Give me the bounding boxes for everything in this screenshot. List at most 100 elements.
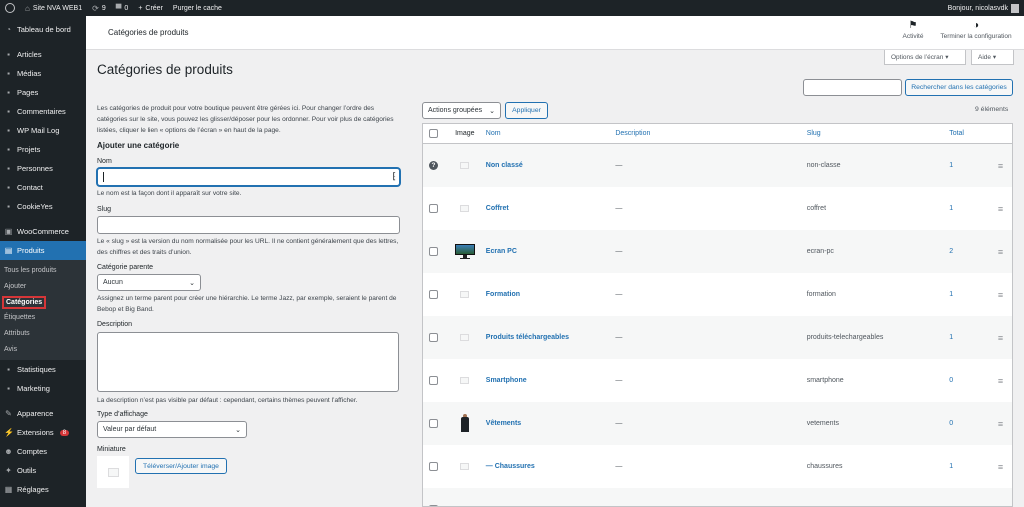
sidebar-item-pages[interactable]: ▪ Pages	[0, 83, 86, 102]
submenu-avis[interactable]: Avis	[0, 341, 86, 357]
updates-link[interactable]: ⟳ 9	[87, 0, 111, 16]
drag-handle-icon[interactable]: ≡	[989, 204, 1012, 214]
category-slug: produits-telechargeables	[806, 334, 884, 341]
drag-handle-icon[interactable]: ≡	[989, 247, 1012, 257]
sidebar-item-extensions[interactable]: ⚡ Extensions 8	[0, 423, 86, 442]
description-textarea[interactable]	[97, 332, 399, 392]
update-count-badge: 8	[59, 429, 70, 436]
category-name-link[interactable]: Smartphone	[486, 377, 527, 384]
column-description[interactable]: Description	[615, 130, 806, 137]
activity-button[interactable]: ⚑ Activité	[884, 20, 942, 40]
column-total[interactable]: Total	[949, 130, 989, 137]
category-name-link[interactable]: Coffret	[486, 205, 509, 212]
sidebar-item-articles[interactable]: ▪ Articles	[0, 45, 86, 64]
sidebar-item-reglages[interactable]: ▦ Réglages	[0, 480, 86, 499]
submenu-etiquettes[interactable]: Étiquettes	[0, 310, 86, 326]
sidebar-item-produits[interactable]: ▤ Produits	[0, 241, 86, 260]
thumbnail-placeholder	[97, 456, 129, 488]
row-checkbox[interactable]	[428, 333, 438, 342]
row-checkbox[interactable]	[428, 204, 438, 213]
intro-text: Les catégories de produit pour votre bou…	[97, 105, 394, 134]
slug-input[interactable]	[97, 216, 400, 234]
submenu-ajouter[interactable]: Ajouter	[0, 279, 86, 295]
help-button[interactable]: Aide ▾	[971, 50, 1014, 65]
sidebar-item-projets[interactable]: ▪ Projets	[0, 140, 86, 159]
sidebar-item-wp-mail-log[interactable]: ▪ WP Mail Log	[0, 121, 86, 140]
sidebar-item-comptes[interactable]: ☻ Comptes	[0, 442, 86, 461]
column-slug[interactable]: Slug	[807, 130, 950, 137]
row-checkbox[interactable]	[428, 290, 438, 299]
bulk-actions-select[interactable]: Actions groupées ⌄	[422, 102, 501, 119]
sidebar-item-cookieyes[interactable]: ▪ CookieYes	[0, 197, 86, 216]
parent-select[interactable]: Aucun ⌄	[97, 274, 201, 291]
apply-button[interactable]: Appliquer	[505, 102, 548, 119]
drag-handle-icon[interactable]: ≡	[989, 333, 1012, 343]
drag-handle-icon[interactable]: ≡	[989, 419, 1012, 429]
password-manager-icon[interactable]: ⁅	[392, 171, 396, 182]
sidebar-item-commentaires[interactable]: ▪ Commentaires	[0, 102, 86, 121]
new-content-link[interactable]: + Créer	[133, 0, 168, 16]
submenu-tous-les-produits[interactable]: Tous les produits	[0, 263, 86, 279]
site-name-link[interactable]: ⌂ Site NVA WEB1	[20, 0, 87, 16]
users-icon: ☻	[4, 447, 13, 457]
category-count-link[interactable]: 1	[949, 162, 953, 169]
my-account-link[interactable]: Bonjour, nicolasvdk	[943, 0, 1024, 16]
image-placeholder-icon	[454, 499, 476, 507]
category-count-link[interactable]: 1	[949, 463, 953, 470]
name-input[interactable]: ⁅	[97, 168, 400, 186]
sidebar-item-marketing[interactable]: ▪ Marketing	[0, 379, 86, 398]
search-categories-button[interactable]: Rechercher dans les catégories	[905, 79, 1013, 96]
sidebar-item-personnes[interactable]: ▪ Personnes	[0, 159, 86, 178]
category-name-link[interactable]: Produits téléchargeables	[486, 334, 569, 341]
select-all-checkbox[interactable]	[428, 129, 438, 138]
column-nom[interactable]: Nom	[486, 130, 616, 137]
sidebar-item-m-dias[interactable]: ▪ Médias	[0, 64, 86, 83]
search-input[interactable]	[803, 79, 902, 96]
category-count-link[interactable]: 1	[949, 205, 953, 212]
categories-table: Image Nom Description Slug Total ? Non cl…	[422, 123, 1013, 507]
drag-handle-icon[interactable]: ≡	[989, 462, 1012, 472]
sidebar-item-outils[interactable]: ✦ Outils	[0, 461, 86, 480]
category-count-link[interactable]: 0	[949, 420, 953, 427]
dashboard-icon: ◔	[6, 25, 11, 34]
drag-handle-icon[interactable]: ≡	[989, 376, 1012, 386]
submenu-categories[interactable]: Catégories	[0, 294, 86, 310]
category-name-link[interactable]: — Chaussures	[486, 463, 535, 470]
category-description: —	[615, 205, 623, 212]
drag-handle-icon[interactable]: ≡	[989, 161, 1012, 171]
category-count-link[interactable]: 1	[949, 291, 953, 298]
row-checkbox[interactable]	[428, 419, 438, 428]
purge-cache-link[interactable]: Purger le cache	[168, 0, 227, 16]
sidebar-item-apparence[interactable]: ✎ Apparence	[0, 404, 86, 423]
category-name-link[interactable]: Formation	[486, 291, 520, 298]
header-title: Catégories de produits	[108, 28, 189, 37]
display-type-select[interactable]: Valeur par défaut ⌄	[97, 421, 247, 438]
wrench-icon: ✦	[5, 466, 12, 476]
screen-options-button[interactable]: Options de l’écran ▾	[884, 50, 966, 65]
row-checkbox[interactable]	[428, 247, 438, 256]
row-checkbox[interactable]	[428, 376, 438, 385]
drag-handle-icon[interactable]: ≡	[989, 290, 1012, 300]
comments-link[interactable]: ▀ 0	[111, 0, 134, 16]
wordpress-logo-icon[interactable]	[0, 0, 20, 16]
upload-image-button[interactable]: Téléverser/Ajouter image	[135, 458, 227, 474]
category-slug: ecran-pc	[806, 248, 834, 255]
category-name-link[interactable]: Ecran PC	[486, 248, 517, 255]
category-count-link[interactable]: 0	[949, 377, 953, 384]
finish-setup-button[interactable]: ◑ Terminer la configuration	[936, 20, 1016, 40]
sidebar-item-dashboard[interactable]: ◔ Tableau de bord	[0, 20, 86, 39]
product-image-monitor	[454, 241, 476, 263]
category-slug: vetements	[806, 420, 839, 427]
table-row: — Chaussures — chaussures 1 ≡	[423, 445, 1012, 488]
category-name-link[interactable]: Vêtements	[486, 420, 521, 427]
category-count-link[interactable]: 2	[949, 248, 953, 255]
category-name-link[interactable]: Non classé	[486, 162, 523, 169]
category-count-link[interactable]: 1	[949, 334, 953, 341]
row-checkbox[interactable]	[428, 462, 438, 471]
sidebar-item-statistiques[interactable]: ▪ Statistiques	[0, 360, 86, 379]
submenu-attributs[interactable]: Attributs	[0, 326, 86, 342]
sidebar-item-contact[interactable]: ▪ Contact	[0, 178, 86, 197]
sidebar-item-woocommerce[interactable]: ▣ WooCommerce	[0, 222, 86, 241]
help-icon[interactable]: ?	[428, 161, 438, 170]
refresh-icon: ⟳	[92, 3, 99, 13]
